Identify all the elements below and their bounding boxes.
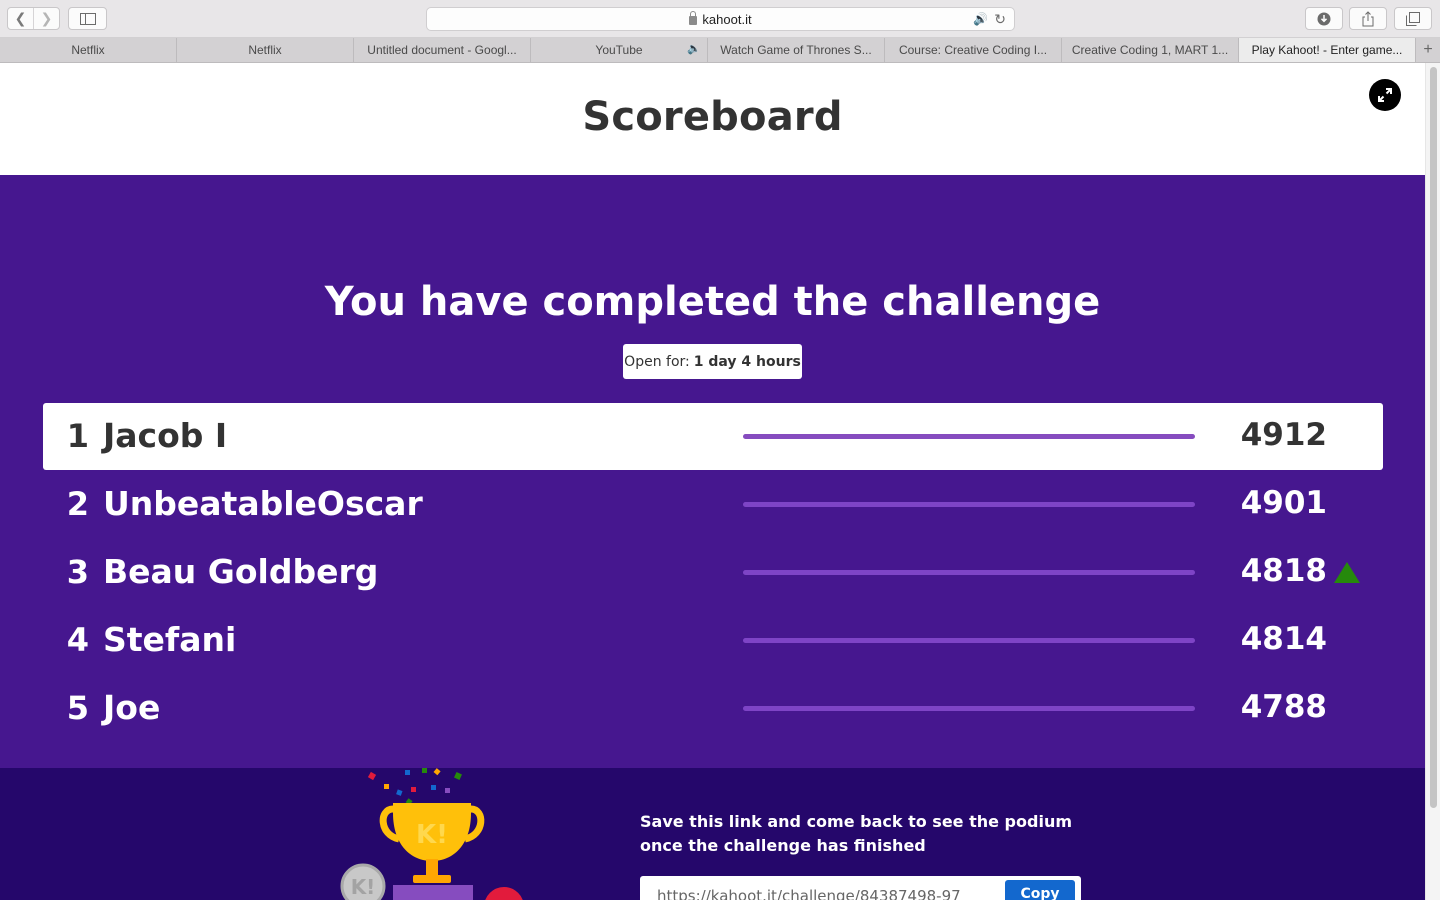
back-icon[interactable]: ❮ (8, 8, 33, 29)
trophy-letters: K! (416, 820, 448, 850)
nav-buttons: ❮ ❯ (7, 7, 60, 30)
player-score: 4818 (1240, 553, 1327, 589)
tab-creative-coding-mart[interactable]: Creative Coding 1, MART 1... (1062, 38, 1239, 62)
player-score: 4901 (1240, 485, 1327, 521)
leaderboard-row-1: 1 Jacob I 4912 (43, 403, 1383, 470)
sidebar-icon[interactable] (68, 7, 107, 30)
url-text: kahoot.it (702, 11, 752, 27)
tab-netflix-2[interactable]: Netflix (177, 38, 354, 62)
forward-icon[interactable]: ❯ (33, 8, 59, 29)
page-content: Scoreboard You have completed the challe… (0, 63, 1425, 900)
player-name: Joe (103, 688, 161, 727)
rank-number: 5 (66, 689, 89, 727)
player-name: UnbeatableOscar (103, 484, 423, 523)
player-name: Beau Goldberg (103, 552, 379, 591)
lock-icon (689, 10, 698, 25)
rank-number: 3 (66, 553, 89, 591)
address-bar[interactable]: kahoot.it 🔊 ↻ (426, 7, 1015, 31)
trophy-icon: K! K! (335, 768, 535, 900)
tab-label: Course: Creative Coding I... (898, 43, 1048, 57)
scoreboard-header: Scoreboard (0, 63, 1425, 175)
rank-number: 1 (66, 417, 89, 455)
trend-up-icon (1334, 562, 1360, 583)
speaker-icon[interactable]: 🔈 (687, 42, 701, 55)
score-bar (743, 638, 1195, 643)
tab-label: Creative Coding 1, MART 1... (1071, 43, 1229, 57)
tab-label: Watch Game of Thrones S... (720, 43, 872, 57)
fullscreen-icon[interactable] (1369, 79, 1401, 111)
leaderboard-row-4: 4 Stefani 4814 (43, 607, 1383, 674)
save-link-message: Save this link and come back to see the … (640, 812, 1072, 855)
player-name: Stefani (103, 620, 237, 659)
page-title: Scoreboard (582, 94, 843, 140)
open-for-label: Open for: (624, 353, 690, 370)
speaker-icon[interactable]: 🔊 (973, 12, 988, 26)
challenge-link-input[interactable]: https://kahoot.it/challenge/84387498-97 (657, 887, 961, 900)
player-name: Jacob I (103, 416, 228, 455)
tabs-icon[interactable] (1394, 7, 1432, 30)
tab-label: Netflix (248, 43, 282, 57)
page-scrollbar[interactable] (1425, 63, 1440, 900)
scrollbar-thumb[interactable] (1430, 67, 1437, 808)
player-score: 4912 (1240, 417, 1327, 453)
copy-button[interactable]: Copy (1005, 880, 1075, 900)
share-icon[interactable] (1349, 7, 1387, 30)
tab-google-doc[interactable]: Untitled document - Googl... (354, 38, 531, 62)
tab-netflix-1[interactable]: Netflix (0, 38, 177, 62)
tab-game-of-thrones[interactable]: Watch Game of Thrones S... (708, 38, 885, 62)
leaderboard-row-5: 5 Joe 4788 (43, 675, 1383, 742)
score-bar (743, 570, 1195, 575)
tab-label: Play Kahoot! - Enter game... (1251, 43, 1403, 57)
tab-label: Netflix (71, 43, 105, 57)
rank-number: 4 (66, 621, 89, 659)
rank-number: 2 (66, 485, 89, 523)
player-score: 4814 (1240, 621, 1327, 657)
tab-play-kahoot[interactable]: Play Kahoot! - Enter game... (1239, 38, 1416, 62)
challenge-link-box: https://kahoot.it/challenge/84387498-97 … (640, 876, 1081, 900)
score-bar (743, 434, 1195, 439)
podium-footer: K! K! Save this link and come back to se… (0, 768, 1425, 900)
open-for-badge: Open for: 1 day 4 hours (623, 344, 802, 379)
download-icon[interactable] (1305, 7, 1343, 30)
reload-icon[interactable]: ↻ (994, 11, 1006, 28)
tab-course-creative-coding[interactable]: Course: Creative Coding I... (885, 38, 1062, 62)
open-for-value: 1 day 4 hours (693, 353, 801, 370)
score-bar (743, 502, 1195, 507)
tab-label: Untitled document - Googl... (367, 43, 517, 57)
coin-letters: K! (351, 875, 376, 899)
score-bar (743, 706, 1195, 711)
tab-label: YouTube (595, 43, 643, 57)
browser-toolbar: ❮ ❯ kahoot.it 🔊 ↻ (0, 0, 1440, 38)
results-panel: You have completed the challenge Open fo… (0, 175, 1425, 768)
challenge-heading: You have completed the challenge (324, 279, 1101, 325)
leaderboard-row-3: 3 Beau Goldberg 4818 (43, 539, 1383, 606)
tab-bar: Netflix Netflix Untitled document - Goog… (0, 38, 1440, 63)
tab-youtube[interactable]: YouTube 🔈 (531, 38, 708, 62)
player-score: 4788 (1240, 689, 1327, 725)
new-tab-button[interactable]: + (1416, 38, 1440, 62)
leaderboard-row-2: 2 UnbeatableOscar 4901 (43, 471, 1383, 538)
